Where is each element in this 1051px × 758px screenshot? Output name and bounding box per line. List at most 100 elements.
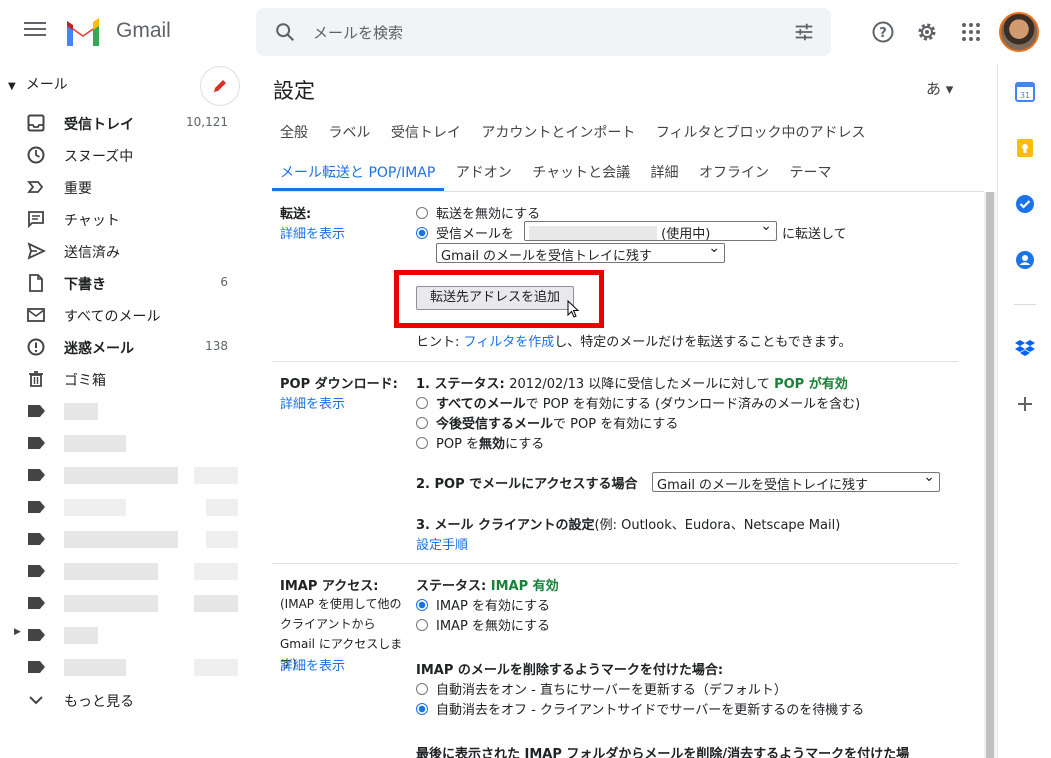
forwarding-learn-more-link[interactable]: 詳細を表示 (280, 223, 345, 242)
sidebar-item-important[interactable]: 重要 (0, 171, 256, 203)
forwarding-enable-option[interactable]: 受信メールを (416, 223, 514, 242)
radio-button-selected[interactable] (416, 227, 428, 239)
sidebar-label-redacted[interactable] (0, 459, 256, 491)
tab-forwarding-pop-imap[interactable]: メール転送と POP/IMAP (280, 165, 435, 181)
imap-learn-more-link[interactable]: 詳細を表示 (280, 655, 345, 674)
redacted-label (64, 531, 178, 548)
tab-chat-meet[interactable]: チャットと会議 (532, 165, 630, 181)
input-tools-button[interactable]: あ ▾ (926, 78, 953, 99)
sidebar-item-trash[interactable]: ゴミ箱 (0, 363, 256, 395)
tab-general[interactable]: 全般 (280, 125, 308, 141)
tab-filters[interactable]: フィルタとブロック中のアドレス (656, 125, 866, 141)
sidebar-label-redacted[interactable] (0, 491, 256, 523)
pop-all-mail-option[interactable]: すべてのメールで POP を有効にする (ダウンロード済みのメールを含む) (416, 393, 860, 412)
redacted-label (64, 659, 126, 676)
sidebar-item-sent[interactable]: 送信済み (0, 235, 256, 267)
sidebar-label-redacted[interactable] (0, 555, 256, 587)
forward-suffix-text: に転送して (782, 227, 847, 242)
sidebar-label-redacted[interactable] (0, 427, 256, 459)
search-bar[interactable]: メールを検索 (256, 8, 831, 56)
tab-labels[interactable]: ラベル (328, 125, 370, 141)
radio-button[interactable] (416, 417, 428, 429)
settings-tabs-row-2: メール転送と POP/IMAP アドオン チャットと会議 詳細 オフライン テー… (280, 162, 847, 182)
sidebar-item-snoozed[interactable]: スヌーズ中 (0, 139, 256, 171)
dropbox-icon[interactable] (1015, 338, 1035, 358)
scrollbar[interactable] (984, 192, 996, 758)
mail-section-header[interactable]: ▼ メール (8, 74, 68, 94)
expand-caret-icon[interactable]: ▶ (14, 627, 21, 637)
sidebar-item-spam[interactable]: 迷惑メール 138 (0, 331, 256, 363)
pop-learn-more-link[interactable]: 詳細を表示 (280, 393, 345, 412)
rail-divider (1014, 304, 1036, 305)
radio-button-selected[interactable] (416, 599, 428, 611)
sidebar-more[interactable]: もっと見る (0, 684, 256, 716)
tab-offline[interactable]: オフライン (699, 165, 769, 181)
sidebar-item-inbox[interactable]: 受信トレイ 10,121 (0, 107, 256, 139)
radio-button[interactable] (416, 437, 428, 449)
sidebar-item-label: 迷惑メール (64, 341, 134, 357)
sidebar-item-label: すべてのメール (64, 309, 161, 325)
sidebar-item-chat[interactable]: チャット (0, 203, 256, 235)
collapse-caret-icon[interactable]: ▼ (8, 81, 16, 92)
contacts-icon[interactable] (1015, 250, 1035, 270)
search-icon[interactable] (274, 21, 296, 43)
forwarding-disable-option[interactable]: 転送を無効にする (416, 203, 540, 222)
sidebar-label-redacted[interactable] (0, 587, 256, 619)
redacted-email (529, 226, 657, 240)
radio-button[interactable] (416, 397, 428, 409)
label-tag-icon (28, 437, 45, 449)
pop-status: 1. ステータス: 2012/02/13 以降に受信したメールに対して POP … (416, 377, 848, 392)
create-filter-link[interactable]: フィルタを作成 (464, 335, 555, 350)
sidebar-item-count: 6 (220, 275, 228, 289)
help-icon[interactable]: ? (871, 20, 895, 44)
add-addon-icon[interactable] (1015, 394, 1035, 414)
chevron-down-icon (29, 696, 43, 705)
radio-button[interactable] (416, 683, 428, 695)
pop-setup-instructions-link[interactable]: 設定手順 (416, 534, 468, 553)
pop-disable-option[interactable]: POP を無効にする (416, 433, 544, 452)
sidebar-item-label: ゴミ箱 (64, 373, 106, 389)
tab-accounts[interactable]: アカウントとインポート (481, 125, 635, 141)
radio-button[interactable] (416, 619, 428, 631)
mouse-cursor-icon (567, 300, 580, 318)
imap-disable-option[interactable]: IMAP を無効にする (416, 615, 550, 634)
imap-enable-option[interactable]: IMAP を有効にする (416, 595, 550, 614)
tab-inbox[interactable]: 受信トレイ (391, 125, 461, 141)
sidebar-item-drafts[interactable]: 下書き 6 (0, 267, 256, 299)
account-avatar[interactable] (999, 12, 1039, 52)
forward-action-select[interactable]: Gmail のメールを受信トレイに残す (436, 243, 725, 263)
tabs-divider (272, 191, 984, 192)
imap-autoexpunge-on-option[interactable]: 自動消去をオン - 直ちにサーバーを更新する（デフォルト） (416, 679, 787, 698)
radio-button[interactable] (416, 207, 428, 219)
forwarding-hint: ヒント: フィルタを作成し、特定のメールだけを転送することもできます。 (416, 335, 852, 350)
forward-address-select[interactable]: (使用中) (524, 221, 777, 241)
keep-icon[interactable] (1015, 138, 1035, 158)
tasks-icon[interactable] (1015, 194, 1035, 214)
compose-button[interactable] (200, 66, 240, 106)
sidebar-label-redacted[interactable] (0, 523, 256, 555)
tab-addons[interactable]: アドオン (456, 165, 512, 181)
send-icon (27, 242, 46, 260)
gmail-logo-icon[interactable] (64, 18, 102, 46)
imap-autoexpunge-off-option[interactable]: 自動消去をオフ - クライアントサイドでサーバーを更新するのを待機する (416, 699, 864, 718)
search-options-icon[interactable] (793, 21, 815, 43)
settings-gear-icon[interactable] (915, 20, 939, 44)
sidebar-label-redacted[interactable] (0, 395, 256, 427)
trash-icon (29, 371, 43, 387)
tab-advanced[interactable]: 詳細 (651, 165, 679, 181)
pop-access-select[interactable]: Gmail のメールを受信トレイに残す (652, 472, 940, 492)
redacted-count (194, 563, 238, 580)
sidebar-label-redacted[interactable] (0, 651, 256, 683)
search-input[interactable]: メールを検索 (313, 22, 403, 43)
sidebar-item-all-mail[interactable]: すべてのメール (0, 299, 256, 331)
redacted-label (64, 467, 178, 484)
forwarding-label: 転送: (280, 207, 312, 222)
pop-future-mail-option[interactable]: 今後受信するメールで POP を有効にする (416, 413, 678, 432)
sidebar-label-redacted[interactable]: ▶ (0, 619, 256, 651)
apps-grid-icon[interactable] (959, 20, 983, 44)
radio-button-selected[interactable] (416, 703, 428, 715)
calendar-icon[interactable]: 31 (1015, 82, 1035, 102)
main-menu-icon[interactable] (24, 22, 46, 40)
scrollbar-thumb[interactable] (986, 192, 994, 758)
tab-themes[interactable]: テーマ (789, 165, 831, 181)
